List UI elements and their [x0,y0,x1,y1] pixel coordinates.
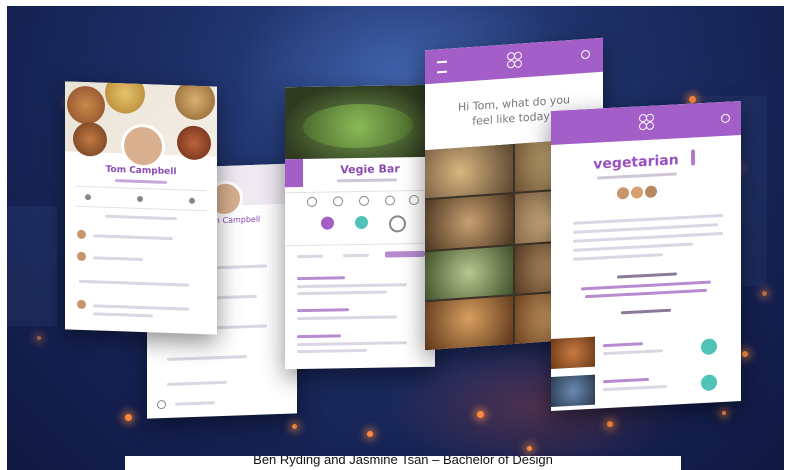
bokeh-dot [762,291,767,296]
avatar [77,251,86,262]
avatar [645,185,657,199]
avatar [121,123,165,169]
bokeh-dot [477,411,484,418]
stat-icon [137,195,143,203]
badge-icon [355,215,368,230]
menu-icon[interactable] [437,60,447,74]
bokeh-dot [742,351,748,357]
bokeh-dot [607,421,613,427]
ghost-panel [7,206,57,326]
settings-icon[interactable] [157,399,166,410]
bokeh-dot [37,336,41,340]
hours-icon[interactable] [385,195,395,206]
bokeh-dot [689,96,696,103]
stat-icon [189,197,195,204]
badge-icon [321,216,334,230]
restaurant-title: Vegie Bar [340,162,400,177]
logo-icon [639,113,654,131]
add-button[interactable] [701,338,717,356]
category-tile[interactable] [425,246,513,301]
avatar [77,299,86,310]
add-button[interactable] [701,374,717,392]
bokeh-dot [367,431,373,437]
dish-photo [551,374,595,407]
bokeh-dot [722,411,726,415]
restaurant-screen: Vegie Bar [285,84,435,370]
dish-photo [551,336,595,369]
avatar [631,186,643,199]
avatar [617,186,629,200]
profile-name: Tom Campbell [105,164,177,178]
category-tile[interactable] [425,144,513,199]
web-icon[interactable] [359,195,369,207]
diet-title: vegetarian [593,152,679,173]
carrot-icon [691,149,695,166]
food-photo [177,125,211,161]
food-photo [73,121,107,157]
food-photo [67,85,105,125]
tab-active[interactable] [385,250,425,258]
bokeh-dot [125,414,132,421]
profile-screen: Tom Campbell [65,81,217,335]
location-icon[interactable] [333,196,343,207]
phone-icon[interactable] [307,196,317,207]
promo-backdrop: Tom Campbell Tom Campbell Vegie Bar Hi T… [7,6,784,470]
image-caption: Ben Ryding and Jasmine Tsan – Bachelor o… [125,456,681,470]
bokeh-dot [292,424,297,429]
category-tile[interactable] [425,194,513,251]
stat-icon [85,194,91,201]
bokeh-dot [527,446,532,451]
back-button[interactable] [285,158,303,188]
diet-screen: vegetarian [551,101,741,411]
logo-icon [507,51,522,69]
avatar [77,229,86,240]
badge-icon [389,215,406,233]
category-tile[interactable] [425,296,513,351]
share-icon[interactable] [409,194,419,206]
